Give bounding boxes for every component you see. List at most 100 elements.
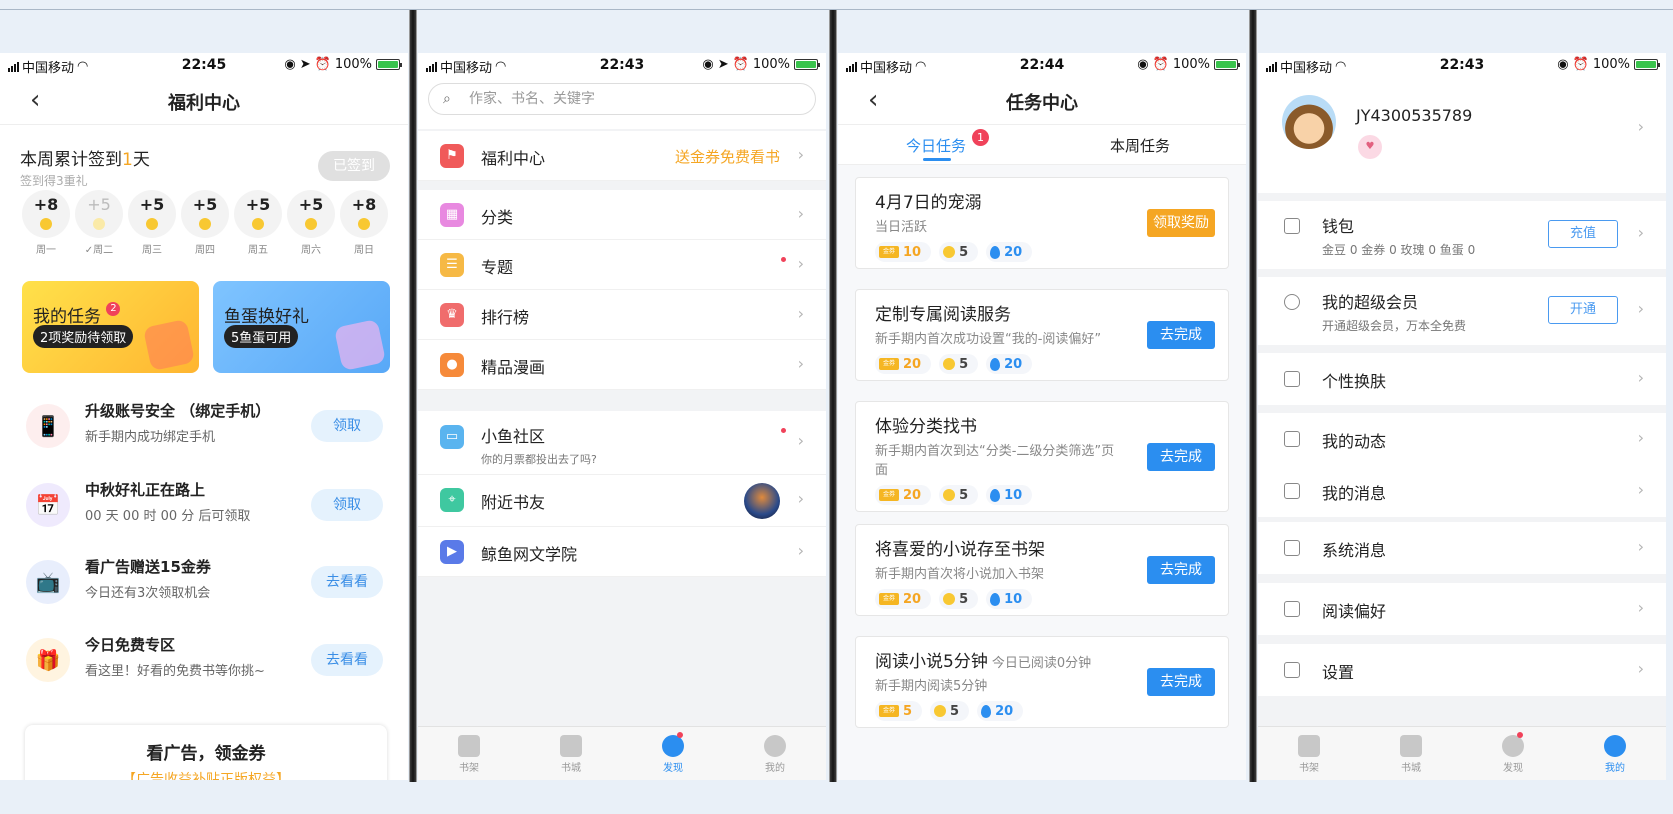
clipboard-icon: [142, 318, 196, 372]
avatar: [1282, 95, 1336, 149]
task-card: 体验分类找书 新手期内首次到达“分类-二级分类筛选”页面 金券 20 5 10 去完成: [855, 401, 1229, 512]
panel-divider: [1249, 10, 1257, 782]
menu-super-vip[interactable]: 我的超级会员 开通超级会员，万本全免费 开通 ›: [1258, 277, 1666, 345]
signin-day: +8 周一: [22, 190, 70, 256]
message-icon: [1284, 540, 1300, 556]
chevron-right-icon: ›: [1637, 537, 1644, 556]
my-tasks-card[interactable]: 我的任务 2 2项奖励待领取: [22, 281, 199, 373]
task-action-button[interactable]: 去看看: [311, 644, 383, 676]
menu-item[interactable]: 设置 ›: [1258, 644, 1666, 696]
tab-discover[interactable]: 发现: [1462, 727, 1564, 780]
fish-egg-gift-card[interactable]: 鱼蛋换好礼 5鱼蛋可用: [213, 281, 390, 373]
coin-icon: [252, 218, 264, 230]
task-note: 今日已阅读0分钟: [991, 656, 1092, 671]
task-title: 定制专属阅读服务: [875, 305, 1011, 325]
ad-banner[interactable]: 看广告，领金券 【广告收益补贴正版权益】: [25, 725, 387, 780]
tab-bookstore[interactable]: 书城: [520, 727, 622, 780]
task-action-button[interactable]: 领取: [311, 489, 383, 521]
drop-icon: [990, 245, 1001, 259]
chevron-right-icon: ›: [1637, 299, 1644, 318]
task-action-button[interactable]: 去完成: [1147, 443, 1215, 471]
reward-row: 金券 20 5 10: [875, 485, 1033, 505]
lock-icon: ◉: [284, 57, 296, 72]
menu-category[interactable]: ▦ 分类 ›: [418, 190, 826, 240]
tab-underline: [923, 158, 951, 161]
menu-label: 精品漫画: [481, 358, 546, 377]
menu-nearby-friends[interactable]: ⌖ 附近书友 ›: [418, 475, 826, 527]
menu-item[interactable]: 阅读偏好 ›: [1258, 583, 1666, 635]
menu-item[interactable]: 个性换肤 ›: [1258, 353, 1666, 405]
menu-wallet[interactable]: 钱包 金豆 0 金券 0 玫瑰 0 鱼蛋 0 充值 ›: [1258, 201, 1666, 269]
search-input[interactable]: ⌕ 作家、书名、关键字: [428, 83, 816, 115]
task-subtitle: 新手期内成功绑定手机: [85, 430, 216, 445]
menu-label: 我的动态: [1322, 432, 1387, 451]
tab-week-tasks[interactable]: 本周任务: [1110, 135, 1170, 156]
chevron-right-icon: ›: [797, 254, 804, 273]
task-action-button[interactable]: 去看看: [311, 566, 383, 598]
task-action-button[interactable]: 去完成: [1147, 556, 1215, 584]
menu-welfare-center[interactable]: ⚑ 福利中心 送金券免费看书 ›: [418, 131, 826, 181]
status-bar: 中国移动 ◠ 22:43 ◉ ➤ ⏰ 100%: [418, 53, 826, 77]
gold-ticket-icon: 金券: [879, 705, 899, 717]
mail-icon: [1284, 483, 1300, 499]
menu-item[interactable]: 我的消息 ›: [1258, 465, 1666, 517]
reward-chip: 5: [939, 485, 979, 505]
day-circle: +5: [75, 190, 123, 238]
compass-icon: [662, 735, 684, 757]
task-action-button[interactable]: 领取奖励: [1147, 209, 1215, 237]
welfare-task: 📅 中秋好礼正在路上 00 天 00 时 00 分 后可领取 领取: [26, 475, 386, 535]
reward-row: 金券 20 5 20: [875, 354, 1033, 374]
tab-discover[interactable]: 发现: [622, 727, 724, 780]
my-tasks-title: 我的任务: [33, 307, 101, 327]
task-title: 升级账号安全 （绑定手机）: [85, 402, 271, 420]
day-circle: +5: [128, 190, 176, 238]
nav-bar: ‹ 任务中心: [838, 77, 1246, 125]
menu-item[interactable]: 系统消息 ›: [1258, 522, 1666, 574]
community-subtitle: 你的月票都投出去了吗?: [481, 453, 597, 466]
task-card: 将喜爱的小说存至书架 新手期内首次将小说加入书架 金券 20 5 10 去完成: [855, 524, 1229, 616]
day-circle: +5: [181, 190, 229, 238]
reward-value: 5: [959, 591, 969, 607]
chevron-right-icon: ›: [1637, 598, 1644, 617]
recharge-button[interactable]: 充值: [1548, 220, 1618, 248]
signed-button[interactable]: 已签到: [318, 151, 390, 181]
profile-icon: [764, 735, 786, 757]
task-title: 4月7日的宠溺: [875, 193, 982, 213]
coin-icon: [305, 218, 317, 230]
tab-me[interactable]: 我的: [724, 727, 826, 780]
chevron-right-icon: ›: [797, 541, 804, 560]
reward-value: 20: [1004, 244, 1023, 260]
coin-icon: [943, 358, 956, 370]
tab-me[interactable]: 我的: [1564, 727, 1666, 780]
day-reward: +5: [245, 195, 271, 214]
menu-academy[interactable]: ▶ 鲸鱼网文学院 ›: [418, 527, 826, 577]
reward-chip: 5: [930, 701, 970, 721]
open-vip-button[interactable]: 开通: [1548, 296, 1618, 324]
chevron-right-icon: ›: [1637, 659, 1644, 678]
task-card: 定制专属阅读服务 新手期内首次成功设置“我的-阅读偏好” 金券 20 5 20 去完成: [855, 289, 1229, 381]
battery-icon: [794, 59, 820, 70]
tab-bookshelf[interactable]: 书架: [418, 727, 520, 780]
reward-chip: 10: [986, 589, 1033, 609]
task-action-button[interactable]: 领取: [311, 410, 383, 442]
menu-comics[interactable]: ● 精品漫画 ›: [418, 340, 826, 390]
tab-today-tasks[interactable]: 今日任务: [906, 135, 966, 156]
task-action-button[interactable]: 去完成: [1147, 321, 1215, 349]
tab-bookshelf[interactable]: 书架: [1258, 727, 1360, 780]
tab-bar: 书架 书城 发现 我的: [418, 726, 826, 780]
welfare-center-screen: 中国移动 ◠ 22:45 ◉ ➤ ⏰ 100% ‹ 福利中心 本周累计签到1天 签到得3…: [0, 53, 408, 780]
menu-rankings[interactable]: ♛ 排行榜 ›: [418, 290, 826, 340]
window-top-edge: [0, 0, 1673, 10]
tab-bookstore[interactable]: 书城: [1360, 727, 1462, 780]
welfare-task: 🎁 今日免费专区 看这里！好看的免费书等你挑~ 去看看: [26, 630, 386, 690]
menu-item[interactable]: 我的动态 ›: [1258, 413, 1666, 465]
chevron-right-icon: ›: [797, 431, 804, 450]
menu-topics[interactable]: ☰ 专题 ›: [418, 240, 826, 290]
chevron-right-icon: ›: [1637, 223, 1644, 242]
location-icon: ➤: [299, 57, 311, 72]
signin-subtitle: 签到得3重礼: [20, 174, 88, 188]
menu-community[interactable]: ▭ 小鱼社区 你的月票都投出去了吗? ›: [418, 411, 826, 475]
profile-header[interactable]: JY4300535789 ♥ ›: [1258, 77, 1666, 193]
chevron-right-icon: ›: [797, 354, 804, 373]
task-action-button[interactable]: 去完成: [1147, 668, 1215, 696]
